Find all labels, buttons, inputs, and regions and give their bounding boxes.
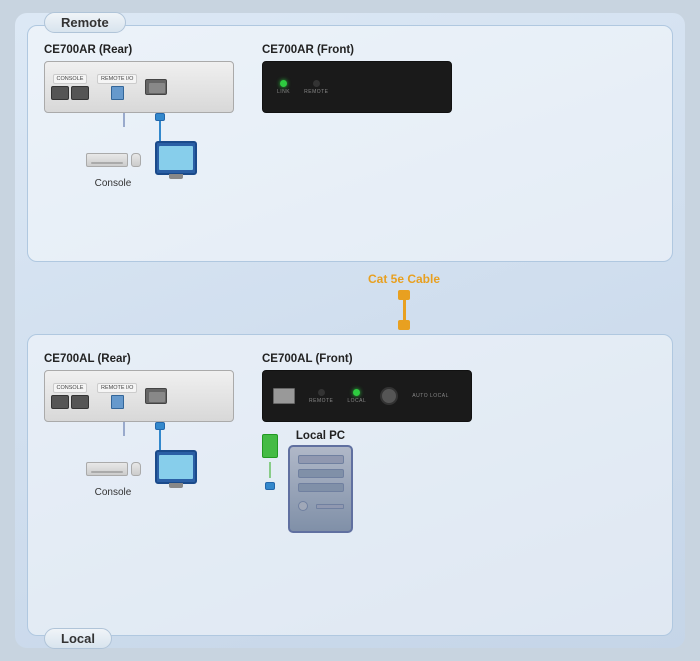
console-text-local: Console [95,487,132,498]
monitor-icon-remote [155,141,197,175]
led-link: LINK [277,80,290,95]
led-dot-local [353,389,360,396]
ce700ar-front-label: CE700AR (Front) [262,44,452,56]
led-local: LOCAL [347,389,366,404]
local-console-peripheral: Console [86,462,141,498]
local-remote-io-label: REMOTE I/O [97,383,137,393]
ce700al-front-label: CE700AL (Front) [262,353,472,365]
usb-port-1 [51,86,69,100]
auto-local-knob[interactable] [380,387,398,405]
led-remote: REMOTE [304,80,328,95]
led-dot-remote [313,80,320,87]
local-wire-to-monitor [159,430,161,450]
ce700ar-rear-block: CE700AR (Rear) CONSOLE [44,44,234,189]
ce700ar-front-device: LINK REMOTE [262,61,452,113]
remote-label: Remote [44,12,126,33]
local-vga-port [145,388,167,404]
mouse-icon [131,153,141,167]
blue-connector-top [155,113,165,121]
pc-disk-slot [316,504,344,509]
pc-tower [288,445,353,533]
usb-port-2 [71,86,89,100]
wire-to-pc-vga [269,462,271,478]
local-usb-port-2 [71,395,89,409]
led-dot-remote-local [318,389,325,396]
ce700al-rear-device: CONSOLE REMOTE I/O [44,370,234,422]
cat5-connector-bottom [398,320,410,330]
local-console-port-label: CONSOLE [53,383,88,393]
local-usb-port-1 [51,395,69,409]
rj45-port [111,86,124,100]
cat5-label: Cat 5e Cable [368,272,440,286]
led-label-auto-local: AUTO LOCAL [412,393,449,399]
local-rj45-port [111,395,124,409]
console-text-remote: Console [95,178,132,189]
pc-drive-bay-3 [298,483,344,492]
keyboard-icon [86,153,128,167]
led-remote-local: REMOTE [309,389,333,404]
local-keyboard-icon [86,462,128,476]
ce700al-front-block: CE700AL (Front) REMOTE LOCAL [262,353,472,533]
pc-drive-bay-2 [298,469,344,478]
local-blue-connector-top [155,422,165,430]
led-label-link: LINK [277,89,290,95]
vga-port [145,79,167,95]
ce700al-rear-label: CE700AL (Rear) [44,353,234,365]
ce700ar-front-block: CE700AR (Front) LINK REMOTE [262,44,452,113]
main-container: Remote CE700AR (Rear) CONSOLE [15,13,685,648]
cable-section: Cat 5e Cable [27,272,673,330]
cat5-wire [403,300,406,320]
led-label-remote-local: REMOTE [309,398,333,404]
monitor-screen-local [159,455,193,479]
wire-to-monitor [159,121,161,141]
led-dot-link [280,80,287,87]
remote-io-label: REMOTE I/O [97,74,137,84]
console-port-label: CONSOLE [53,74,88,84]
local-label: Local [44,628,112,649]
pc-power-button[interactable] [298,501,308,511]
ce700al-vga-front [273,388,295,404]
ce700al-rear-block: CE700AL (Rear) CONSOLE [44,353,234,498]
remote-section: Remote CE700AR (Rear) CONSOLE [27,25,673,262]
usb-connector-to-pc [265,482,275,490]
led-label-remote: REMOTE [304,89,328,95]
local-mouse-icon [131,462,141,476]
wire-to-keyboard [123,113,125,127]
local-content: CE700AL (Rear) CONSOLE [44,345,656,533]
ce700al-front-device: REMOTE LOCAL AUTO LOCAL [262,370,472,422]
ce700ar-rear-device: CONSOLE REMOTE I/O [44,61,234,113]
ce700ar-rear-label: CE700AR (Rear) [44,44,234,56]
led-label-local: LOCAL [347,398,366,404]
monitor-peripheral [155,141,197,175]
local-section: CE700AL (Rear) CONSOLE [27,334,673,636]
cat5-connector-top [398,290,410,300]
pc-drive-bay-1 [298,455,344,464]
local-wire-to-keyboard [123,422,125,436]
monitor-screen-remote [159,146,193,170]
led-group-local: REMOTE LOCAL [309,389,366,404]
local-pc-label: Local PC [296,430,345,442]
led-group-remote: LINK REMOTE [277,80,329,95]
local-pc-group: Local PC [288,430,353,533]
monitor-icon-local [155,450,197,484]
vga-connector-green [262,434,278,458]
local-monitor-peripheral [155,450,197,484]
console-peripheral: Console [86,153,141,189]
